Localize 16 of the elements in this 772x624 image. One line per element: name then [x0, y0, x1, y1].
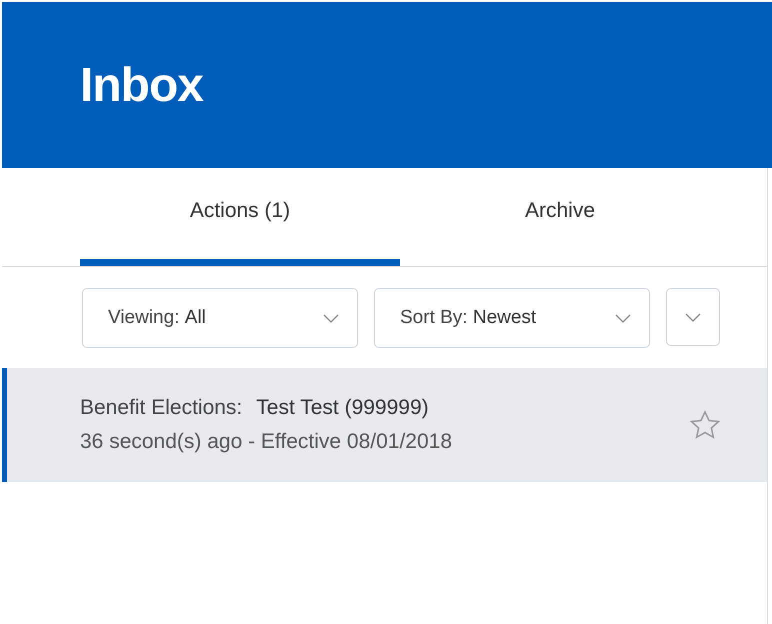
filter-label: Viewing: All — [108, 307, 206, 329]
item-meta: 36 second(s) ago - Effective 08/01/2018 — [80, 430, 452, 454]
expand-button[interactable] — [666, 288, 720, 346]
tab[interactable]: Actions (1) — [80, 168, 400, 266]
page-title: Inbox — [80, 58, 203, 112]
item-title: Benefit Elections: — [80, 396, 242, 420]
tab[interactable]: Archive — [400, 168, 720, 266]
filter-dropdown[interactable]: Viewing: All — [82, 288, 358, 348]
chevron-down-icon — [323, 314, 339, 322]
filter-label: Sort By: Newest — [400, 307, 536, 329]
item-subject-link[interactable]: Test Test (999999) — [256, 396, 429, 420]
inbox-item[interactable]: Benefit Elections: Test Test (999999) 36 second(s) ago - Effective 08/01/2018 — [2, 368, 767, 482]
chevron-down-icon — [685, 312, 701, 322]
filter-dropdown[interactable]: Sort By: Newest — [374, 288, 650, 348]
star-icon[interactable] — [689, 410, 721, 440]
chevron-down-icon — [615, 314, 631, 322]
